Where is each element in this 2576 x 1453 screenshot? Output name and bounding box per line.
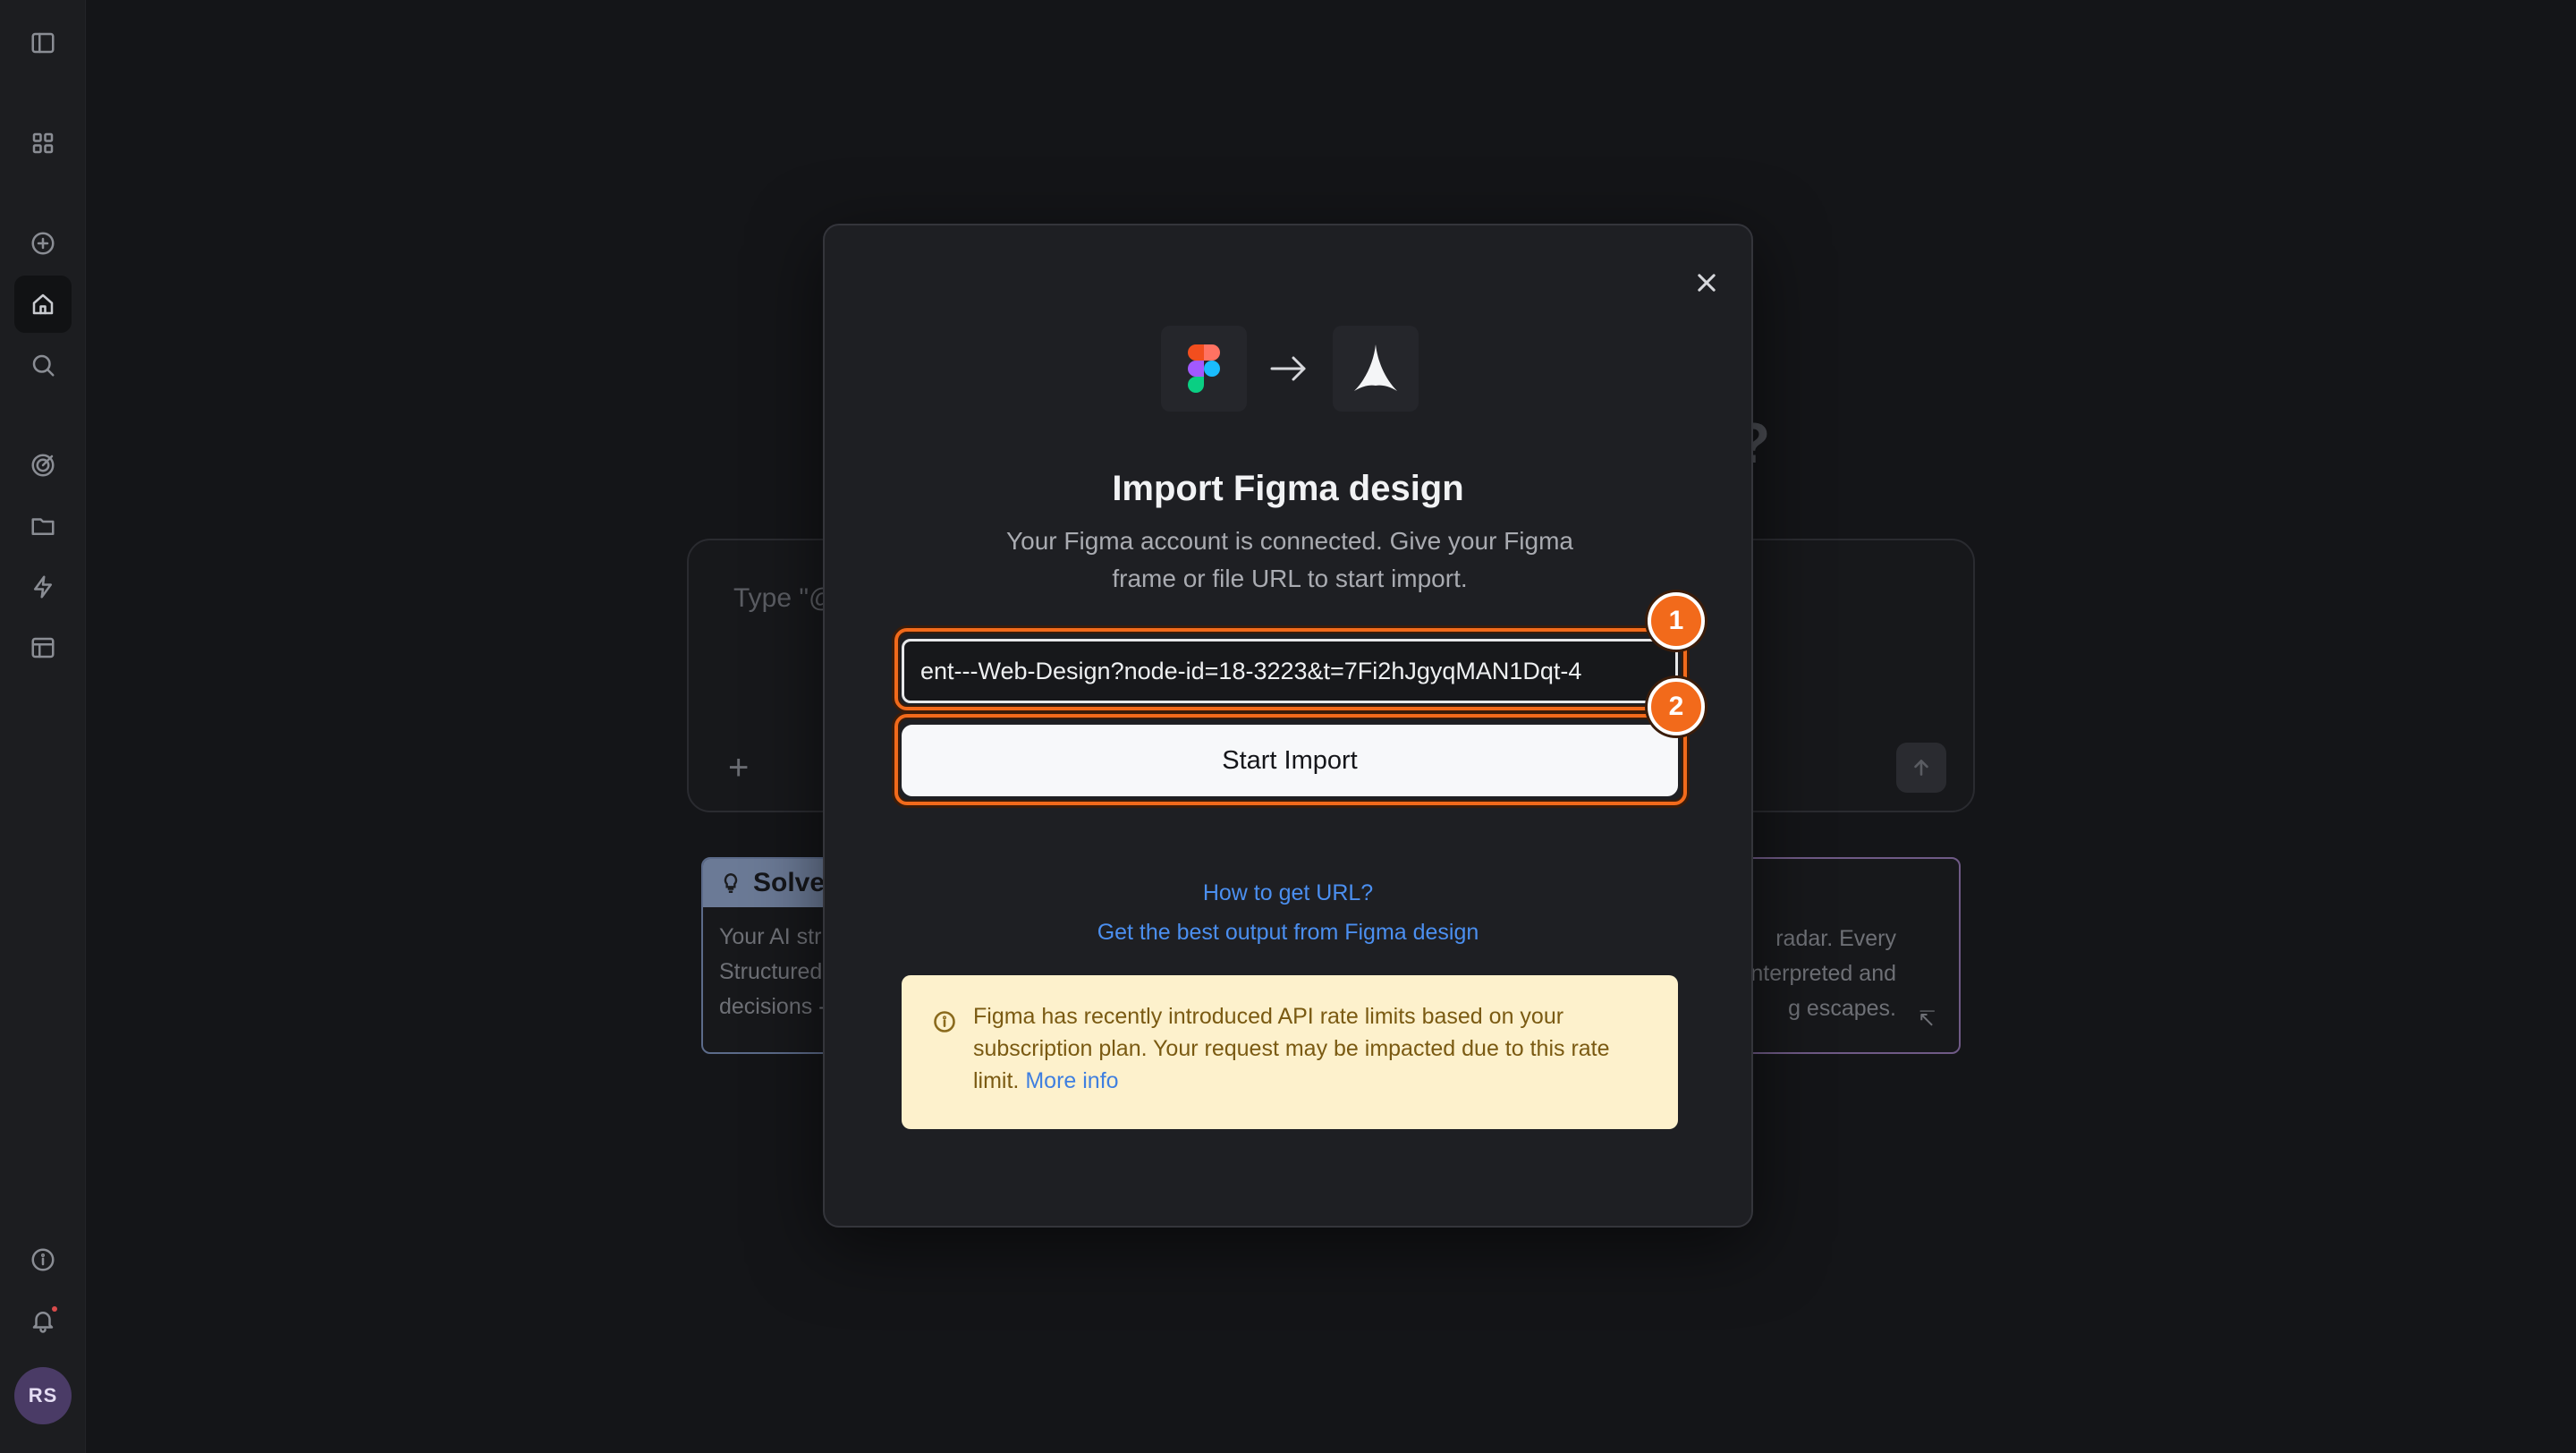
figma-logo-icon [1161, 326, 1247, 412]
how-to-get-url-link[interactable]: How to get URL? [825, 880, 1751, 906]
expand-arrow-icon[interactable]: ↸ [1918, 1007, 1936, 1032]
card-line: radar. Every [1775, 926, 1896, 951]
best-output-link[interactable]: Get the best output from Figma design [825, 920, 1751, 946]
close-icon[interactable] [1683, 259, 1730, 306]
lightbulb-icon [724, 873, 738, 893]
card-line: nterpreted and [1750, 961, 1896, 986]
grid-icon[interactable] [21, 122, 64, 165]
home-icon[interactable] [14, 276, 72, 333]
app-logo-icon [1333, 326, 1419, 412]
more-info-link[interactable]: More info [1025, 1068, 1118, 1093]
import-figma-modal: Import Figma design Your Figma account i… [823, 224, 1753, 1228]
plus-circle-icon[interactable] [21, 222, 64, 265]
start-import-button[interactable]: Start Import [902, 725, 1678, 796]
step-badge-2: 2 [1648, 678, 1705, 735]
avatar[interactable]: RS [14, 1367, 72, 1424]
target-icon[interactable] [21, 444, 64, 487]
attach-plus-icon[interactable]: + [728, 748, 749, 788]
arrow-right-icon [1268, 353, 1309, 385]
search-icon[interactable] [21, 344, 64, 387]
folder-icon[interactable] [21, 505, 64, 548]
card-title: Solve [753, 868, 826, 897]
figma-url-input[interactable] [902, 639, 1678, 703]
info-circle-icon [932, 1009, 957, 1034]
rate-limit-warning: Figma has recently introduced API rate l… [902, 975, 1678, 1129]
app-root: RS ? Type "@ + Solve Your AI str Structu… [0, 0, 2576, 1453]
info-icon[interactable] [21, 1238, 64, 1281]
sidebar-toggle-icon[interactable] [21, 21, 64, 64]
card-body: radar. Every nterpreted and g escapes. [1750, 922, 1896, 1026]
notification-dot [52, 1306, 57, 1312]
layout-icon[interactable] [21, 626, 64, 669]
modal-title: Import Figma design [1112, 469, 1464, 508]
bolt-icon[interactable] [21, 565, 64, 608]
modal-subtitle: Your Figma account is connected. Give yo… [1006, 527, 1573, 592]
sidebar: RS [0, 0, 86, 1453]
card-line: g escapes. [1788, 996, 1896, 1021]
composer-placeholder: Type "@ [733, 583, 836, 613]
bell-icon[interactable] [21, 1299, 64, 1342]
send-button[interactable] [1896, 743, 1946, 793]
arrow-up-icon [1914, 760, 1928, 776]
step-badge-1: 1 [1648, 592, 1705, 650]
